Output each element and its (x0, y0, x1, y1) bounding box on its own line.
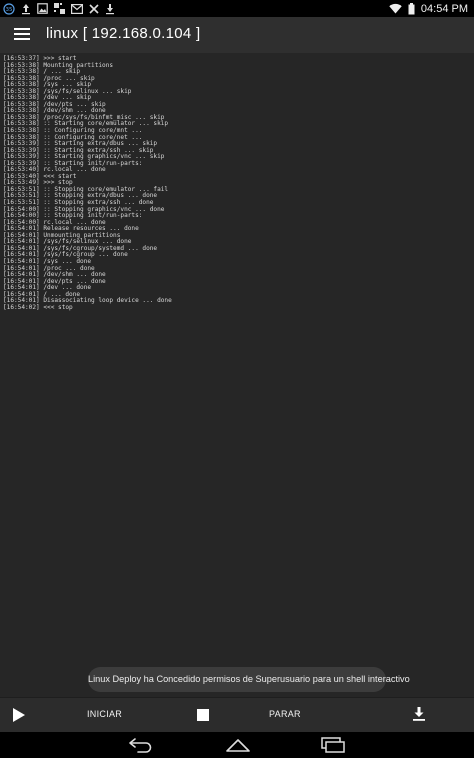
download-icon (413, 707, 425, 721)
upload-icon (22, 3, 30, 14)
bottom-action-bar: INICIAR PARAR (0, 697, 474, 732)
gmail-icon (71, 3, 83, 14)
recents-icon[interactable] (320, 736, 346, 754)
status-notification-icons: 35 (3, 2, 115, 15)
cross-icon (89, 3, 99, 14)
app-title: linux [ 192.168.0.104 ] (46, 25, 201, 42)
notification-badge-icon: 35 (3, 2, 15, 15)
toast-message: Linux Deploy ha Concedido permisos de Su… (88, 667, 410, 692)
status-bar: 35 04:54 PM (0, 0, 474, 17)
menu-icon[interactable] (14, 27, 30, 41)
app-bar: linux [ 192.168.0.104 ] (0, 17, 474, 53)
navigation-bar (0, 732, 474, 758)
back-icon[interactable] (128, 737, 154, 753)
start-label[interactable]: INICIAR (87, 709, 122, 719)
home-icon[interactable] (225, 737, 251, 753)
log-lines: [16:53:37] >>> start [16:53:38] Mounting … (3, 55, 172, 311)
log-output[interactable]: [16:53:37] >>> start [16:53:38] Mounting … (0, 53, 474, 697)
download-icon (106, 3, 114, 14)
image-icon (37, 3, 48, 14)
play-icon (13, 708, 25, 722)
wifi-icon (389, 3, 402, 14)
status-time: 04:54 PM (420, 2, 468, 15)
stop-button[interactable] (194, 706, 212, 724)
log-line: [16:54:02] <<< stop (3, 303, 73, 311)
battery-icon (408, 2, 415, 14)
stop-square-icon (197, 709, 209, 721)
export-button[interactable] (408, 703, 430, 725)
qr-icon (54, 3, 65, 14)
stop-label[interactable]: PARAR (269, 709, 301, 719)
start-button[interactable] (8, 704, 30, 726)
status-system-icons: 04:54 PM (389, 1, 468, 16)
svg-text:35: 35 (6, 7, 13, 13)
